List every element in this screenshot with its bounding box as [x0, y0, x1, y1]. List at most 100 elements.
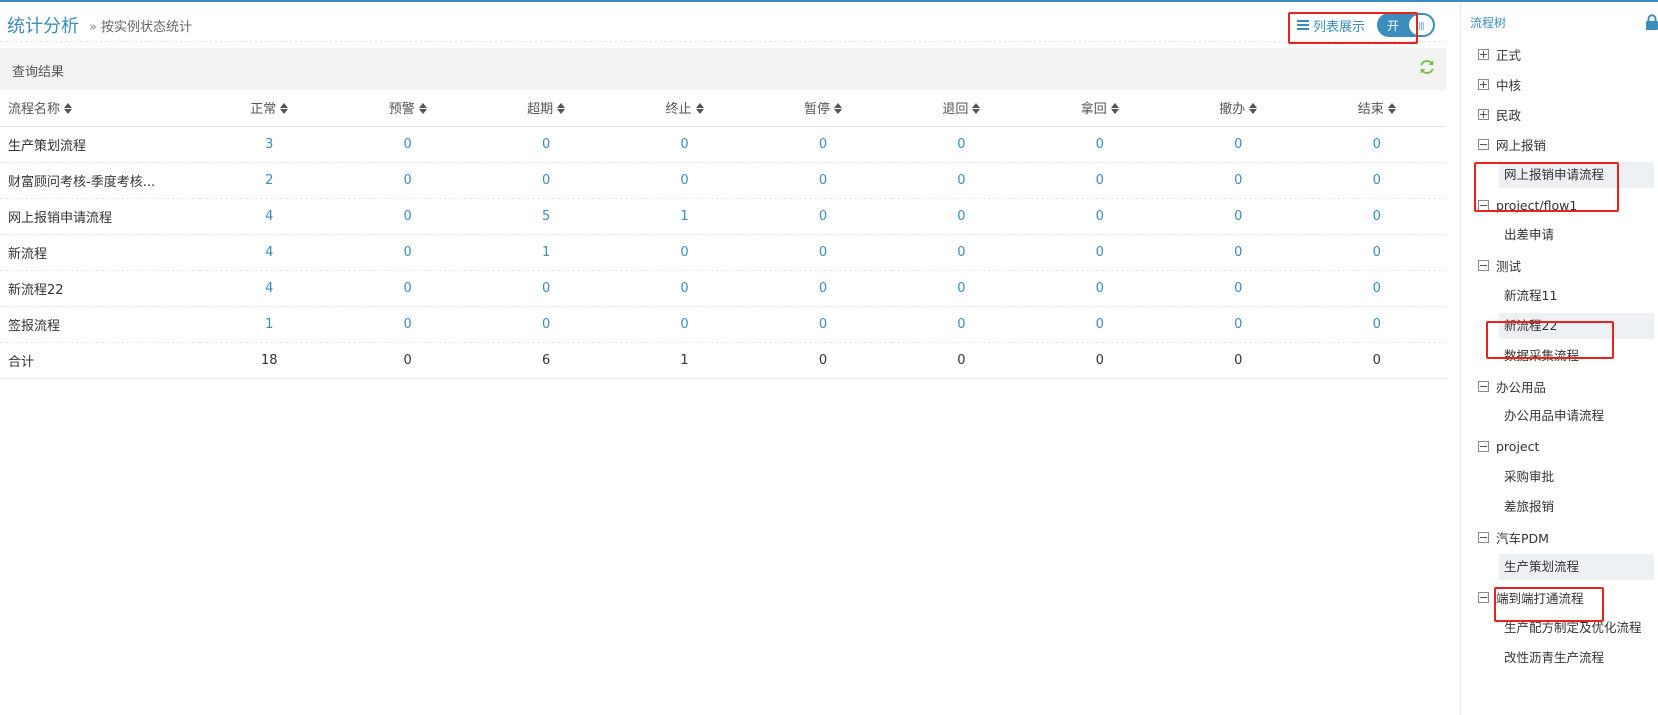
tree-leaf-item[interactable]: 新流程22: [1499, 312, 1654, 339]
sort-icon[interactable]: [418, 103, 427, 115]
minus-box-icon[interactable]: [1478, 441, 1489, 453]
count-link[interactable]: 0: [1096, 173, 1104, 188]
count-link[interactable]: 1: [542, 245, 550, 260]
count-link[interactable]: 0: [819, 245, 827, 260]
tree-group-node[interactable]: 办公用品: [1478, 376, 1546, 396]
minus-box-icon[interactable]: [1478, 139, 1489, 151]
count-link[interactable]: 0: [542, 173, 550, 188]
sort-icon[interactable]: [557, 103, 566, 115]
count-link[interactable]: 0: [1234, 209, 1242, 224]
tree-leaf-item[interactable]: 生产配方制定及优化流程: [1499, 615, 1642, 641]
count-link[interactable]: 0: [404, 317, 412, 332]
count-link[interactable]: 0: [680, 137, 688, 152]
sort-icon[interactable]: [695, 103, 704, 115]
count-link[interactable]: 0: [1373, 137, 1381, 152]
count-link[interactable]: 0: [1373, 281, 1381, 296]
count-link[interactable]: 0: [957, 245, 965, 260]
count-link[interactable]: 0: [404, 137, 412, 152]
count-link[interactable]: 0: [1096, 209, 1104, 224]
count-link[interactable]: 1: [680, 209, 688, 224]
count-link[interactable]: 0: [1234, 317, 1242, 332]
tree-leaf-item[interactable]: 采购审批: [1499, 464, 1554, 490]
tree-leaf-item[interactable]: 生产策划流程: [1499, 554, 1654, 581]
tree-group-node[interactable]: 正式: [1478, 44, 1521, 64]
column-header[interactable]: 暂停: [753, 90, 893, 127]
column-header[interactable]: 拿回: [1030, 90, 1170, 127]
column-header[interactable]: 预警: [338, 90, 477, 127]
tree-leaf-item[interactable]: 办公用品申请流程: [1499, 403, 1604, 429]
count-link[interactable]: 0: [1373, 173, 1381, 188]
count-link[interactable]: 0: [957, 317, 965, 332]
count-link[interactable]: 0: [680, 173, 688, 188]
minus-box-icon[interactable]: [1478, 592, 1489, 604]
count-link[interactable]: 0: [1096, 317, 1104, 332]
sort-icon[interactable]: [972, 103, 981, 115]
plus-box-icon[interactable]: [1478, 78, 1489, 90]
count-link[interactable]: 0: [1373, 317, 1381, 332]
count-link[interactable]: 4: [265, 245, 273, 260]
minus-box-icon[interactable]: [1478, 199, 1489, 211]
column-header[interactable]: 结束: [1307, 90, 1446, 127]
count-link[interactable]: 0: [404, 245, 412, 260]
sort-icon[interactable]: [1249, 103, 1258, 115]
count-link[interactable]: 0: [542, 281, 550, 296]
count-link[interactable]: 0: [1373, 245, 1381, 260]
tree-leaf-item[interactable]: 新流程11: [1499, 283, 1557, 309]
sort-icon[interactable]: [1387, 103, 1396, 115]
column-header[interactable]: 超期: [476, 90, 616, 127]
count-link[interactable]: 0: [542, 317, 550, 332]
tree-leaf-item[interactable]: 网上报销申请流程: [1499, 161, 1654, 188]
minus-box-icon[interactable]: [1478, 531, 1489, 543]
count-link[interactable]: 0: [1234, 173, 1242, 188]
lock-icon[interactable]: [1645, 14, 1658, 30]
count-link[interactable]: 0: [1234, 137, 1242, 152]
tree-leaf-item[interactable]: 出差申请: [1499, 222, 1554, 248]
count-link[interactable]: 0: [542, 137, 550, 152]
count-link[interactable]: 3: [265, 137, 273, 152]
tree-group-node[interactable]: 网上报销: [1478, 135, 1546, 155]
count-link[interactable]: 0: [404, 209, 412, 224]
sort-icon[interactable]: [1110, 103, 1119, 115]
switch-knob[interactable]: |||: [1409, 15, 1434, 35]
sort-icon[interactable]: [833, 103, 842, 115]
count-link[interactable]: 0: [819, 173, 827, 188]
count-link[interactable]: 0: [1234, 281, 1242, 296]
count-link[interactable]: 0: [680, 245, 688, 260]
count-link[interactable]: 0: [819, 209, 827, 224]
count-link[interactable]: 5: [542, 209, 550, 224]
count-link[interactable]: 1: [265, 317, 273, 332]
count-link[interactable]: 0: [819, 317, 827, 332]
count-link[interactable]: 0: [1096, 137, 1104, 152]
count-link[interactable]: 0: [819, 137, 827, 152]
minus-box-icon[interactable]: [1478, 259, 1489, 271]
tree-group-node[interactable]: 中核: [1478, 74, 1521, 94]
count-link[interactable]: 0: [957, 137, 965, 152]
count-link[interactable]: 0: [957, 209, 965, 224]
column-header[interactable]: 退回: [892, 90, 1031, 127]
column-header[interactable]: 撤办: [1169, 90, 1308, 127]
count-link[interactable]: 0: [1373, 209, 1381, 224]
list-view-switch[interactable]: 开 |||: [1377, 13, 1436, 37]
column-header[interactable]: 正常: [200, 90, 339, 127]
count-link[interactable]: 4: [265, 209, 273, 224]
count-link[interactable]: 0: [680, 317, 688, 332]
count-link[interactable]: 0: [404, 281, 412, 296]
refresh-icon[interactable]: [1418, 58, 1436, 76]
tree-group-node[interactable]: project: [1478, 437, 1539, 457]
plus-box-icon[interactable]: [1478, 48, 1489, 60]
tree-group-node[interactable]: 端到端打通流程: [1478, 588, 1584, 608]
column-header[interactable]: 流程名称: [0, 90, 201, 127]
count-link[interactable]: 4: [265, 281, 273, 296]
count-link[interactable]: 0: [404, 173, 412, 188]
sort-icon[interactable]: [64, 103, 73, 115]
tree-leaf-item[interactable]: 数据采集流程: [1499, 343, 1579, 369]
tree-leaf-item[interactable]: 改性沥青生产流程: [1499, 645, 1604, 671]
tree-group-node[interactable]: 测试: [1478, 255, 1521, 275]
count-link[interactable]: 2: [265, 173, 273, 188]
count-link[interactable]: 0: [819, 281, 827, 296]
tree-group-node[interactable]: project/flow1: [1478, 195, 1577, 215]
plus-box-icon[interactable]: [1478, 108, 1489, 120]
tree-group-node[interactable]: 汽车PDM: [1478, 527, 1549, 547]
count-link[interactable]: 0: [1234, 245, 1242, 260]
count-link[interactable]: 0: [1096, 245, 1104, 260]
